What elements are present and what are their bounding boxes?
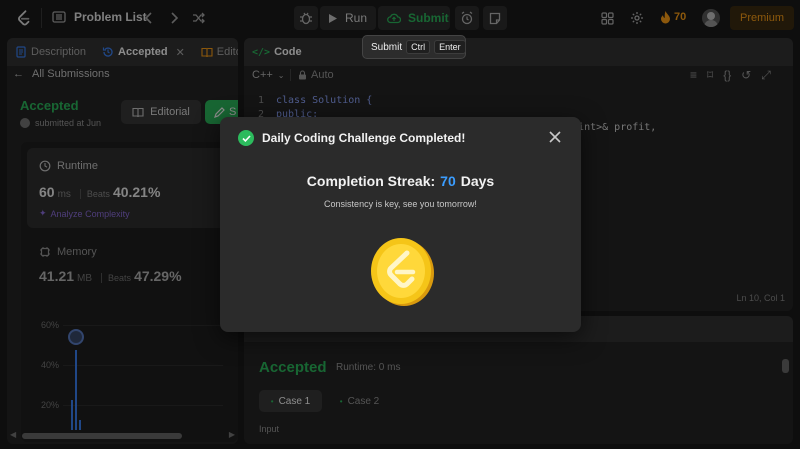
coin-icon bbox=[369, 236, 435, 308]
tooltip-label: Submit bbox=[371, 41, 403, 53]
streak-value: 70 bbox=[440, 173, 456, 189]
challenge-completed-modal: Daily Coding Challenge Completed! Comple… bbox=[220, 117, 581, 332]
kbd-ctrl: Ctrl bbox=[406, 40, 431, 54]
submit-shortcut-tooltip: Submit Ctrl Enter bbox=[362, 35, 466, 59]
modal-subtitle: Consistency is key, see you tomorrow! bbox=[324, 199, 477, 209]
modal-title: Daily Coding Challenge Completed! bbox=[262, 131, 466, 145]
streak-prefix: Completion Streak: bbox=[306, 173, 436, 189]
streak-line: Completion Streak: 70 Days bbox=[220, 173, 581, 189]
kbd-enter: Enter bbox=[434, 40, 466, 54]
check-circle-icon bbox=[238, 130, 254, 146]
close-modal-button[interactable] bbox=[546, 128, 564, 146]
streak-suffix: Days bbox=[460, 173, 495, 189]
close-icon bbox=[549, 131, 561, 143]
